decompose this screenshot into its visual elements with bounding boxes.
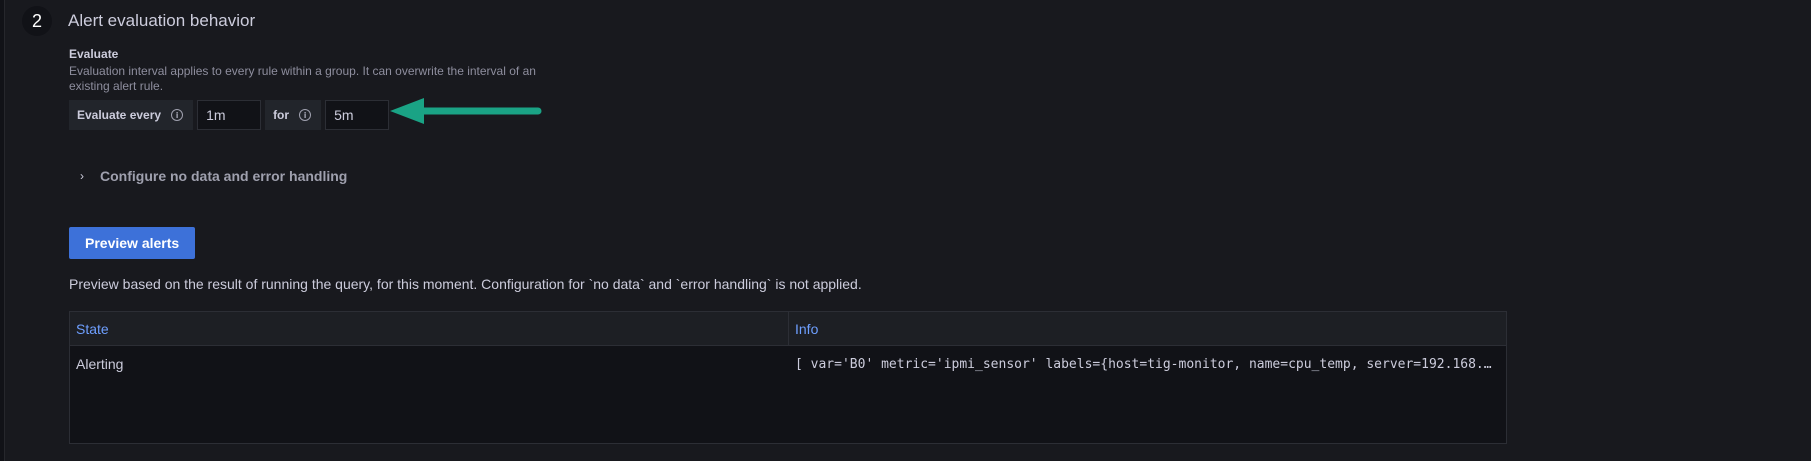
info-icon[interactable]: i — [299, 109, 312, 121]
row-info-cell: [ var='B0' metric='ipmi_sensor' labels={… — [789, 346, 1506, 382]
section-header: 2 Alert evaluation behavior — [22, 6, 255, 36]
preview-results-table: State Info Alerting [ var='B0' metric='i… — [69, 311, 1507, 444]
row-state-cell: Alerting — [76, 356, 124, 372]
no-data-error-handling-toggle[interactable]: › Configure no data and error handling — [80, 168, 347, 184]
left-gutter — [0, 0, 5, 461]
for-label-box: for i — [265, 100, 322, 130]
for-label: for — [273, 108, 290, 122]
chevron-right-icon: › — [80, 169, 84, 183]
evaluate-every-input[interactable] — [197, 100, 262, 130]
annotation-arrow-icon — [390, 98, 542, 124]
row-info-text: [ var='B0' metric='ipmi_sensor' labels={… — [795, 356, 1492, 372]
table-row: Alerting [ var='B0' metric='ipmi_sensor'… — [70, 346, 1506, 382]
step-number-badge: 2 — [22, 6, 52, 36]
column-header-state[interactable]: State — [70, 312, 789, 345]
preview-alerts-button[interactable]: Preview alerts — [69, 227, 196, 259]
evaluate-row: Evaluate every i for i — [69, 100, 390, 130]
evaluate-label: Evaluate — [69, 47, 119, 61]
evaluate-every-label: Evaluate every — [77, 108, 162, 122]
info-icon[interactable]: i — [171, 109, 184, 121]
table-header: State Info — [70, 312, 1506, 346]
for-duration-input[interactable] — [325, 100, 390, 130]
evaluate-every-label-box: Evaluate every i — [69, 100, 194, 130]
section-title: Alert evaluation behavior — [68, 11, 256, 30]
evaluate-description: Evaluation interval applies to every rul… — [69, 64, 536, 93]
preview-note: Preview based on the result of running t… — [69, 276, 862, 292]
no-data-error-handling-label: Configure no data and error handling — [100, 168, 348, 184]
column-header-info[interactable]: Info — [789, 312, 1506, 345]
